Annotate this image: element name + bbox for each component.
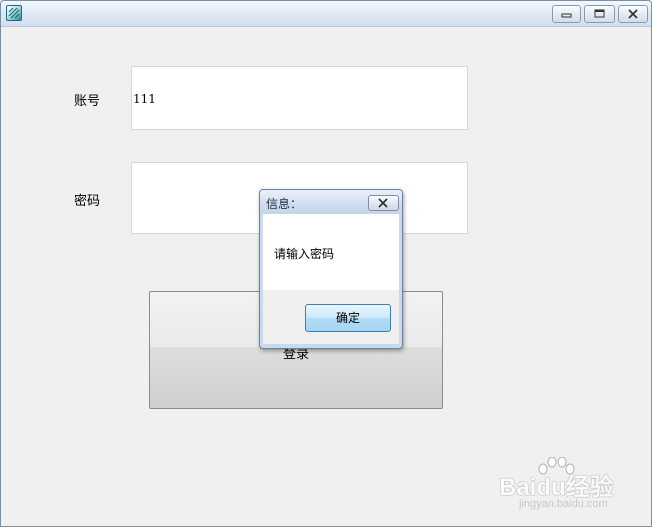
maximize-button[interactable] (584, 5, 615, 23)
minimize-button[interactable] (552, 5, 581, 23)
dialog-body: 请输入密码 (263, 214, 399, 290)
dialog-close-button[interactable] (368, 195, 399, 211)
dialog-title-bar[interactable]: 信息： (260, 190, 402, 214)
ok-button[interactable]: 确定 (305, 304, 391, 332)
dialog-message: 请输入密码 (274, 247, 335, 261)
password-label: 密码 (74, 194, 101, 209)
dialog-title: 信息： (266, 197, 303, 211)
main-window: 账号 111 密码 登录 信息： 请输入密码 确定 Baidu经验 jingya… (0, 0, 652, 527)
close-icon (628, 9, 638, 19)
message-dialog: 信息： 请输入密码 确定 (259, 189, 403, 349)
title-bar[interactable] (1, 1, 651, 27)
close-button[interactable] (618, 5, 648, 23)
account-label: 账号 (74, 94, 101, 109)
app-icon[interactable] (6, 5, 22, 21)
close-icon (378, 198, 388, 208)
dialog-footer: 确定 (263, 290, 399, 344)
watermark-logo: Baidu经验 (499, 474, 614, 501)
watermark-url: jingyan.baidu.com (519, 498, 608, 510)
account-input[interactable]: 111 (131, 66, 468, 130)
maximize-icon (594, 9, 605, 18)
minimize-icon (561, 13, 572, 18)
